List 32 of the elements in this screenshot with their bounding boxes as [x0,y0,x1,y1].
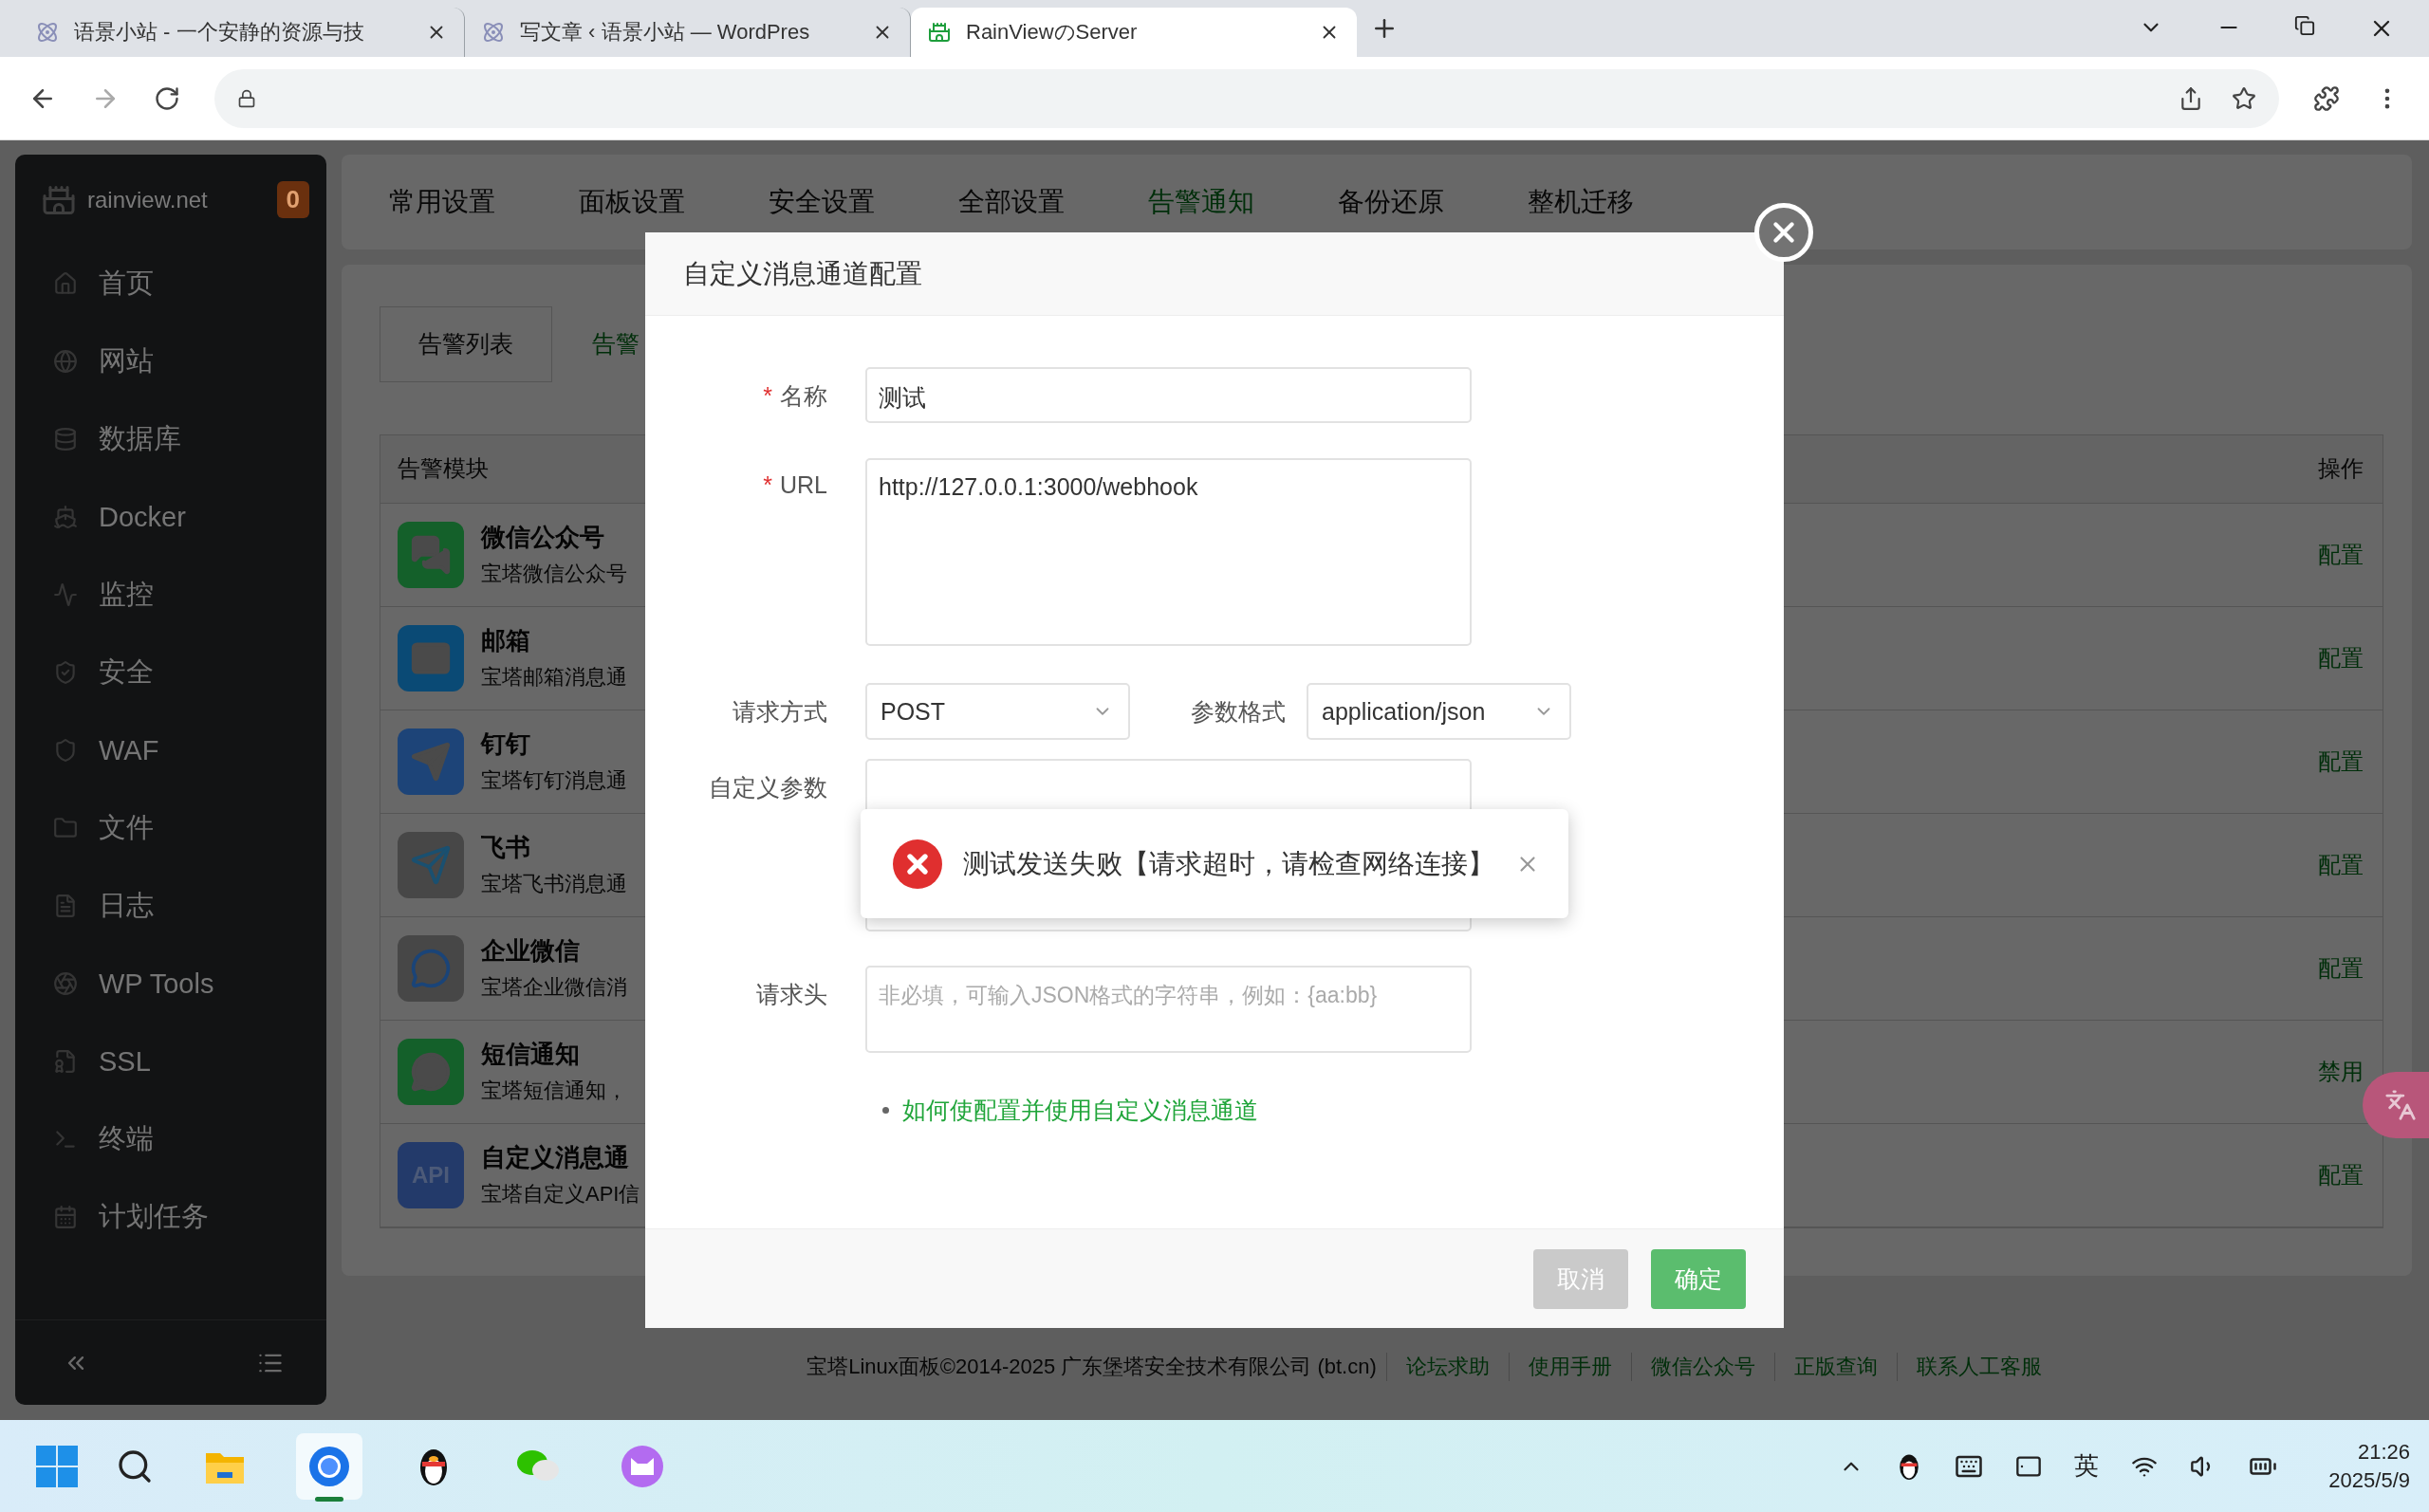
module-description: 宝塔钉钉消息通 [481,767,627,795]
tab-title: RainViewのServer [966,19,1139,46]
module-title: 短信通知 [481,1039,580,1071]
copyright-text: 宝塔Linux面板©2014-2025 广东堡塔安全技术有限公司 (bt.cn) [807,1354,1378,1381]
module-title: 钉钉 [481,728,530,761]
module-title: 企业微信 [481,935,580,968]
toast-message: 测试发送失败【请求超时，请检查网络连接】 [963,847,1494,880]
column-header: 操作 [2318,454,2364,484]
time-text: 21:26 [2357,1439,2410,1465]
field-label: 自定义参数 [708,773,827,802]
module-title: 邮箱 [481,625,530,657]
module-description: 宝塔微信公众号 [481,561,627,588]
module-description: 宝塔企业微信消 [481,974,627,1002]
module-description: 宝塔自定义API信 [481,1181,640,1208]
field-label: 参数格式 [1190,697,1287,727]
brand-name: rainview.net [87,186,209,213]
notification-badge: 0 [276,181,309,218]
tab-title: 语景小站 - 一个安静的资源与技 [74,19,365,46]
field-label: 请求方式 [732,697,827,727]
field-label: 请求头 [755,980,827,1009]
module-title: 飞书 [481,832,530,864]
dialog-title: 自定义消息通道配置 [645,232,1784,316]
tab-title: 写文章 ‹ 语景小站 — WordPres [520,19,811,46]
module-description: 宝塔邮箱消息通 [481,664,627,691]
field-label: * URL [762,470,827,500]
column-header: 告警模块 [398,454,489,484]
field-label: * 名称 [762,381,827,411]
module-title: 微信公众号 [481,522,604,554]
module-description: 宝塔飞书消息通 [481,871,627,898]
date-text: 2025/5/9 [2328,1467,2410,1493]
module-title: 自定义消息通 [481,1142,629,1174]
module-description: 宝塔短信通知， [481,1078,627,1105]
